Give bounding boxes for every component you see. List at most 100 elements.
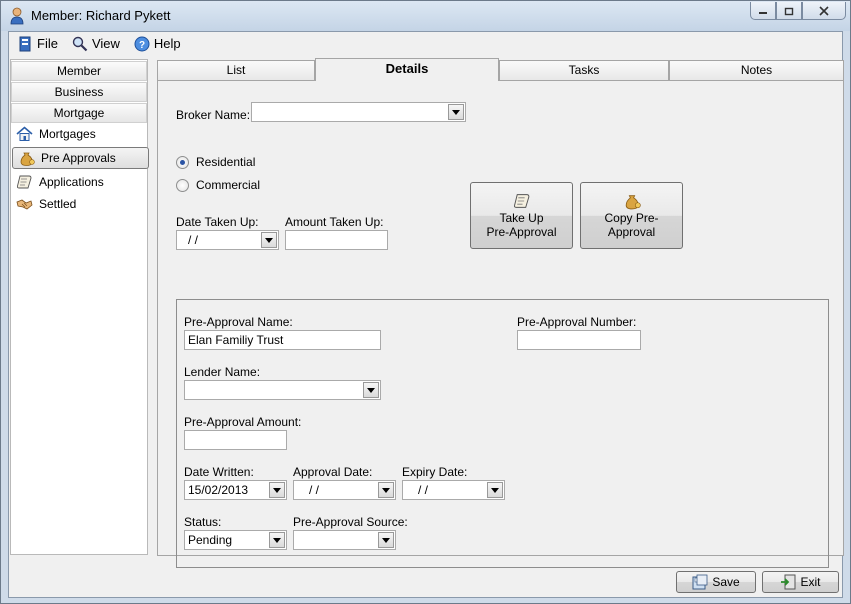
date-taken-up-value: / /: [188, 233, 199, 247]
sidebar: Member Business Mortgage Mortgages Pre A…: [10, 59, 149, 555]
sidebar-item-mortgages[interactable]: Mortgages: [11, 123, 147, 145]
approval-date-picker[interactable]: / /: [293, 480, 396, 500]
amount-taken-up-label: Amount Taken Up:: [285, 215, 384, 229]
chevron-down-icon[interactable]: [269, 532, 285, 548]
exit-label: Exit: [800, 575, 821, 589]
approval-date-label: Approval Date:: [293, 465, 373, 479]
sidebar-item-label: Mortgages: [39, 127, 96, 141]
help-icon: ?: [134, 36, 150, 51]
menu-view[interactable]: View: [72, 36, 120, 52]
save-icon: [692, 574, 708, 590]
chevron-down-icon[interactable]: [363, 382, 379, 398]
date-taken-up-label: Date Taken Up:: [176, 215, 259, 229]
tab-notes[interactable]: Notes: [669, 60, 844, 81]
expiry-date-label: Expiry Date:: [402, 465, 468, 479]
tab-tasks[interactable]: Tasks: [499, 60, 669, 81]
radio-residential-indicator[interactable]: [176, 155, 189, 169]
radio-commercial-label: Commercial: [196, 178, 261, 192]
close-button[interactable]: [802, 2, 846, 20]
magnifier-icon: [72, 36, 88, 51]
sidebar-item-label: Pre Approvals: [41, 151, 116, 165]
status-value: Pending: [188, 533, 233, 547]
copy-pre-approval-button[interactable]: Copy Pre-Approval: [580, 182, 683, 249]
chevron-down-icon[interactable]: [487, 482, 503, 498]
tab-strip: List Details Tasks Notes: [157, 58, 844, 82]
take-up-line1: Take Up: [499, 211, 544, 225]
date-written-value: 15/02/2013: [188, 483, 249, 497]
pre-approval-name-field[interactable]: Elan Familiy Trust: [184, 330, 381, 350]
copy-pre-approval-label: Copy Pre-Approval: [604, 211, 659, 239]
restore-icon: [784, 7, 794, 15]
sidebar-item-settled[interactable]: Settled: [11, 193, 147, 215]
money-bag-icon: [625, 195, 641, 210]
category-mortgage[interactable]: Mortgage: [11, 103, 147, 123]
status-select[interactable]: Pending: [184, 530, 287, 550]
status-label: Status:: [184, 515, 222, 529]
money-bag-icon: [20, 152, 35, 166]
tab-list[interactable]: List: [157, 60, 315, 81]
minimize-button[interactable]: [750, 2, 776, 20]
radio-residential-label: Residential: [196, 155, 256, 169]
member-icon: [10, 7, 24, 25]
title-bar[interactable]: Member: Richard Pykett: [1, 1, 850, 31]
approval-date-value: / /: [309, 483, 320, 497]
category-business[interactable]: Business: [11, 82, 147, 102]
amount-taken-up-field[interactable]: [285, 230, 388, 250]
sidebar-item-label: Applications: [39, 175, 104, 189]
sidebar-item-pre-approvals[interactable]: Pre Approvals: [12, 147, 149, 169]
pre-approval-number-field[interactable]: [517, 330, 641, 350]
sidebar-item-applications[interactable]: Applications: [11, 171, 147, 193]
menu-file-label: File: [37, 36, 58, 51]
broker-name-label: Broker Name:: [176, 108, 251, 122]
pre-approval-number-label: Pre-Approval Number:: [517, 315, 637, 329]
handshake-icon: [16, 199, 33, 210]
category-member[interactable]: Member: [11, 61, 147, 81]
menu-file[interactable]: File: [17, 36, 58, 52]
take-up-line2: Pre-Approval: [486, 225, 557, 239]
date-written-picker[interactable]: 15/02/2013: [184, 480, 287, 500]
menu-view-label: View: [91, 36, 120, 51]
house-icon: [16, 126, 33, 141]
scroll-icon: [513, 194, 529, 208]
radio-residential[interactable]: Residential: [176, 155, 255, 169]
window-client-area: File View ? Help Member Business Mortgag…: [8, 31, 844, 598]
pre-approval-name-label: Pre-Approval Name:: [184, 315, 293, 329]
save-label: Save: [712, 575, 740, 589]
exit-icon: [781, 574, 796, 590]
date-taken-up-picker[interactable]: / /: [176, 230, 279, 250]
menu-bar: File View ? Help: [9, 32, 842, 55]
scroll-icon: [16, 175, 32, 189]
file-icon: [19, 36, 31, 51]
date-written-label: Date Written:: [184, 465, 254, 479]
expiry-date-picker[interactable]: / /: [402, 480, 505, 500]
lender-name-select[interactable]: [184, 380, 381, 400]
maximize-button[interactable]: [776, 2, 802, 20]
tab-details[interactable]: Details: [315, 58, 499, 82]
expiry-date-value: / /: [418, 483, 429, 497]
pre-approval-amount-field[interactable]: [184, 430, 287, 450]
chevron-down-icon[interactable]: [378, 532, 394, 548]
take-up-pre-approval-button[interactable]: Take Up Pre-Approval: [470, 182, 573, 249]
close-icon: [819, 5, 829, 16]
pre-approval-source-select[interactable]: [293, 530, 396, 550]
pre-approval-source-label: Pre-Approval Source:: [293, 515, 408, 529]
menu-help[interactable]: ? Help: [134, 36, 181, 52]
broker-name-select[interactable]: [251, 102, 466, 122]
radio-commercial-indicator[interactable]: [176, 178, 189, 192]
minimize-icon: [759, 11, 767, 14]
exit-button[interactable]: Exit: [762, 571, 839, 593]
chevron-down-icon[interactable]: [261, 232, 277, 248]
chevron-down-icon[interactable]: [378, 482, 394, 498]
save-button[interactable]: Save: [676, 571, 756, 593]
chevron-down-icon[interactable]: [448, 104, 464, 120]
sidebar-item-label: Settled: [39, 197, 77, 211]
pre-approval-amount-label: Pre-Approval Amount:: [184, 415, 302, 429]
lender-name-label: Lender Name:: [184, 365, 261, 379]
svg-text:?: ?: [139, 40, 145, 51]
menu-help-label: Help: [153, 36, 181, 51]
pre-approval-group: Pre-Approval Name: Elan Familiy Trust Pr…: [176, 299, 829, 568]
chevron-down-icon[interactable]: [269, 482, 285, 498]
member-window: Member: Richard Pykett File View ? Help …: [0, 0, 851, 604]
radio-commercial[interactable]: Commercial: [176, 178, 260, 192]
window-title: Member: Richard Pykett: [31, 8, 171, 23]
